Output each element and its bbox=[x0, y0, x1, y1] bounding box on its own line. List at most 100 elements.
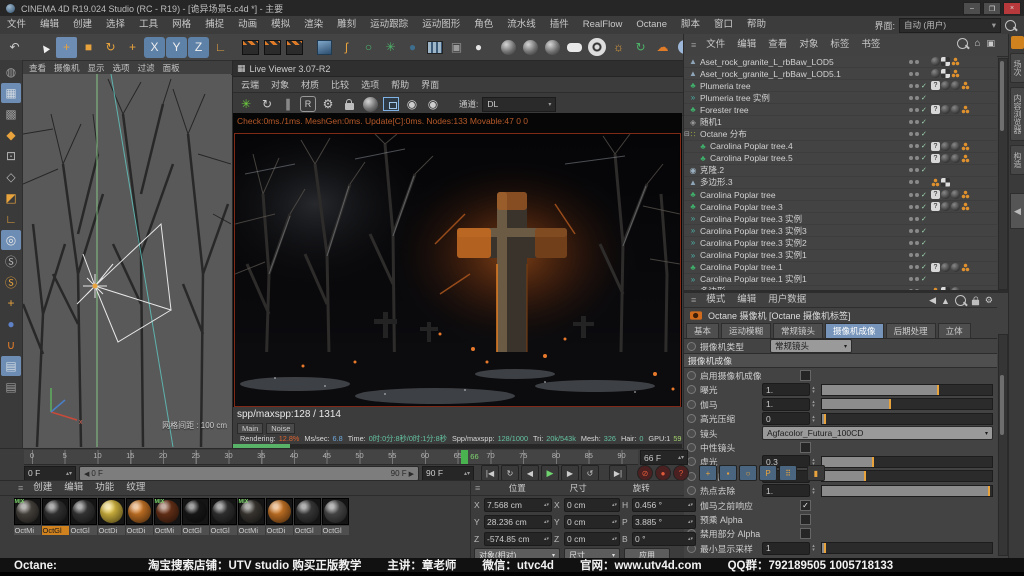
rotate-tool-icon[interactable]: ↻ bbox=[100, 37, 121, 58]
viewport-menu-0[interactable]: 查看 bbox=[25, 62, 50, 74]
uvw-tag-icon[interactable] bbox=[941, 57, 950, 66]
material-tag-icon[interactable] bbox=[941, 190, 950, 199]
material-tag-icon[interactable] bbox=[941, 154, 950, 163]
object-row[interactable]: ⊟∷Octane 分布✓ bbox=[684, 129, 997, 141]
material-tag-icon[interactable] bbox=[931, 69, 940, 78]
octane-tag-icon[interactable] bbox=[961, 105, 970, 114]
am-menu-2[interactable]: 用户数据 bbox=[762, 291, 812, 309]
menu-item-2[interactable]: 创建 bbox=[66, 16, 99, 34]
render-region-icon[interactable] bbox=[262, 37, 283, 58]
material-item[interactable]: OctDi bbox=[98, 498, 124, 535]
transport-button-4[interactable]: ▶ bbox=[561, 465, 579, 481]
material-sphere2-icon[interactable] bbox=[520, 37, 541, 58]
last-tool-icon[interactable]: + bbox=[122, 37, 143, 58]
question-tag-icon[interactable]: ? bbox=[931, 263, 940, 272]
model-mode-icon[interactable]: ▦ bbox=[1, 83, 21, 103]
octane-tag-icon[interactable] bbox=[961, 81, 970, 90]
question-tag-icon[interactable]: ? bbox=[931, 142, 940, 151]
mat-menu-3[interactable]: 纹理 bbox=[120, 479, 151, 497]
object-tags[interactable]: ? bbox=[931, 154, 997, 163]
transport-button-6[interactable]: ▶| bbox=[609, 465, 627, 481]
dock-tab-2[interactable]: 构造 bbox=[1010, 145, 1024, 175]
param-value-field[interactable]: 1. bbox=[762, 383, 810, 396]
visibility-toggles[interactable]: ✓ bbox=[909, 215, 931, 223]
octane-tag-icon[interactable] bbox=[961, 142, 970, 151]
attr-tab-1[interactable]: 运动模糊 bbox=[721, 323, 771, 338]
light-object-icon[interactable]: ● bbox=[468, 37, 489, 58]
material-item[interactable]: OctGl bbox=[182, 498, 208, 535]
keyframe-toggle-1[interactable]: ▪ bbox=[719, 465, 737, 481]
om-menu-4[interactable]: 标签 bbox=[824, 36, 855, 54]
question-tag-icon[interactable]: ? bbox=[931, 202, 940, 211]
material-item[interactable]: OctGl bbox=[322, 498, 348, 535]
select-arrow-icon[interactable]: ▲ bbox=[30, 32, 59, 61]
spline-pen-icon[interactable]: ʃ bbox=[336, 37, 357, 58]
record-button-1[interactable]: ● bbox=[655, 465, 671, 481]
object-tags[interactable]: ? bbox=[931, 105, 997, 114]
viewport-menu-1[interactable]: 摄像机 bbox=[50, 62, 84, 74]
material-tag-icon[interactable] bbox=[951, 202, 960, 211]
mograph-icon[interactable]: ✳ bbox=[380, 37, 401, 58]
object-row[interactable]: ♣Carolina Poplar tree.5✓? bbox=[684, 153, 997, 165]
lv-menu-4[interactable]: 选项 bbox=[355, 76, 385, 94]
material-item[interactable]: OctGl bbox=[210, 498, 236, 535]
object-tags[interactable] bbox=[931, 178, 997, 187]
uvw-tag-icon[interactable] bbox=[941, 178, 950, 187]
object-row[interactable]: »Carolina Poplar tree.3 实例2✓ bbox=[684, 237, 997, 249]
restore-button[interactable]: ❐ bbox=[983, 2, 1001, 15]
param-checkbox[interactable] bbox=[800, 528, 811, 539]
lock-x-icon[interactable]: X bbox=[144, 37, 165, 58]
search-icon[interactable] bbox=[955, 295, 966, 306]
sun-light-icon[interactable]: ☼ bbox=[608, 37, 629, 58]
visibility-toggles[interactable]: ✓ bbox=[909, 239, 931, 247]
lock-resolution-icon[interactable] bbox=[340, 95, 358, 113]
viewport-menu-3[interactable]: 选项 bbox=[109, 62, 134, 74]
lock-icon[interactable] bbox=[972, 300, 979, 306]
pause-render-icon[interactable]: ∥ bbox=[279, 95, 297, 113]
coordinate-field[interactable]: 3.885 °▴▾ bbox=[632, 515, 696, 529]
channel-dropdown[interactable]: DL▾ bbox=[482, 97, 556, 112]
param-checkbox[interactable] bbox=[800, 514, 811, 525]
octane-tag-icon[interactable] bbox=[961, 154, 970, 163]
om-menu-5[interactable]: 书签 bbox=[855, 36, 886, 54]
om-menu-2[interactable]: 查看 bbox=[762, 36, 793, 54]
coordinate-field[interactable]: 7.568 cm▴▾ bbox=[484, 498, 552, 512]
material-tag-icon[interactable] bbox=[941, 202, 950, 211]
object-row[interactable]: ▲多边形.3 bbox=[684, 177, 997, 189]
material-tag-icon[interactable] bbox=[941, 263, 950, 272]
visibility-toggles[interactable]: ✓ bbox=[909, 227, 931, 235]
material-tag-icon[interactable] bbox=[941, 142, 950, 151]
octane-tag-icon[interactable] bbox=[961, 202, 970, 211]
visibility-toggles[interactable]: ✓ bbox=[909, 118, 931, 126]
menu-item-6[interactable]: 捕捉 bbox=[198, 16, 231, 34]
section-header[interactable]: 摄像机成像 bbox=[684, 353, 997, 368]
undo-icon[interactable]: ↶ bbox=[4, 37, 25, 58]
reset-icon[interactable]: R bbox=[300, 96, 316, 112]
coordinate-field[interactable]: 0 cm▴▾ bbox=[564, 532, 620, 546]
octane-start-icon[interactable]: ✳ bbox=[237, 95, 255, 113]
edges-mode-icon[interactable]: ◇ bbox=[1, 167, 21, 187]
workplane-mode-icon[interactable]: ◆ bbox=[1, 125, 21, 145]
playhead[interactable] bbox=[461, 450, 468, 464]
object-row[interactable]: ◉克隆.2✓ bbox=[684, 165, 997, 177]
param-value-field[interactable]: 1. bbox=[762, 484, 810, 497]
visibility-toggles[interactable]: ✓ bbox=[909, 203, 931, 211]
menu-item-3[interactable]: 选择 bbox=[99, 16, 132, 34]
menu-item-9[interactable]: 渲染 bbox=[297, 16, 330, 34]
object-tags[interactable] bbox=[931, 69, 997, 78]
param-checkbox[interactable] bbox=[800, 442, 811, 453]
interface-dropdown[interactable]: 自动 (用户) ▾ bbox=[899, 18, 1001, 33]
visibility-toggles[interactable] bbox=[909, 60, 931, 64]
snap-off-icon[interactable]: Ⓢ bbox=[1, 251, 21, 271]
layers-lock-icon[interactable]: ▤ bbox=[1, 356, 21, 376]
coordinate-field[interactable]: 0 cm▴▾ bbox=[564, 515, 620, 529]
menu-item-16[interactable]: RealFlow bbox=[576, 16, 630, 34]
material-tag-icon[interactable] bbox=[951, 190, 960, 199]
attr-tab-0[interactable]: 基本 bbox=[686, 323, 719, 338]
om-menu-0[interactable]: 文件 bbox=[700, 36, 731, 54]
material-tag-icon[interactable] bbox=[951, 154, 960, 163]
autokey-button[interactable]: ▮ bbox=[807, 465, 825, 481]
param-value-field[interactable]: 0 bbox=[762, 412, 810, 425]
viewport-menu-2[interactable]: 显示 bbox=[84, 62, 109, 74]
lv-menu-0[interactable]: 云端 bbox=[235, 76, 265, 94]
